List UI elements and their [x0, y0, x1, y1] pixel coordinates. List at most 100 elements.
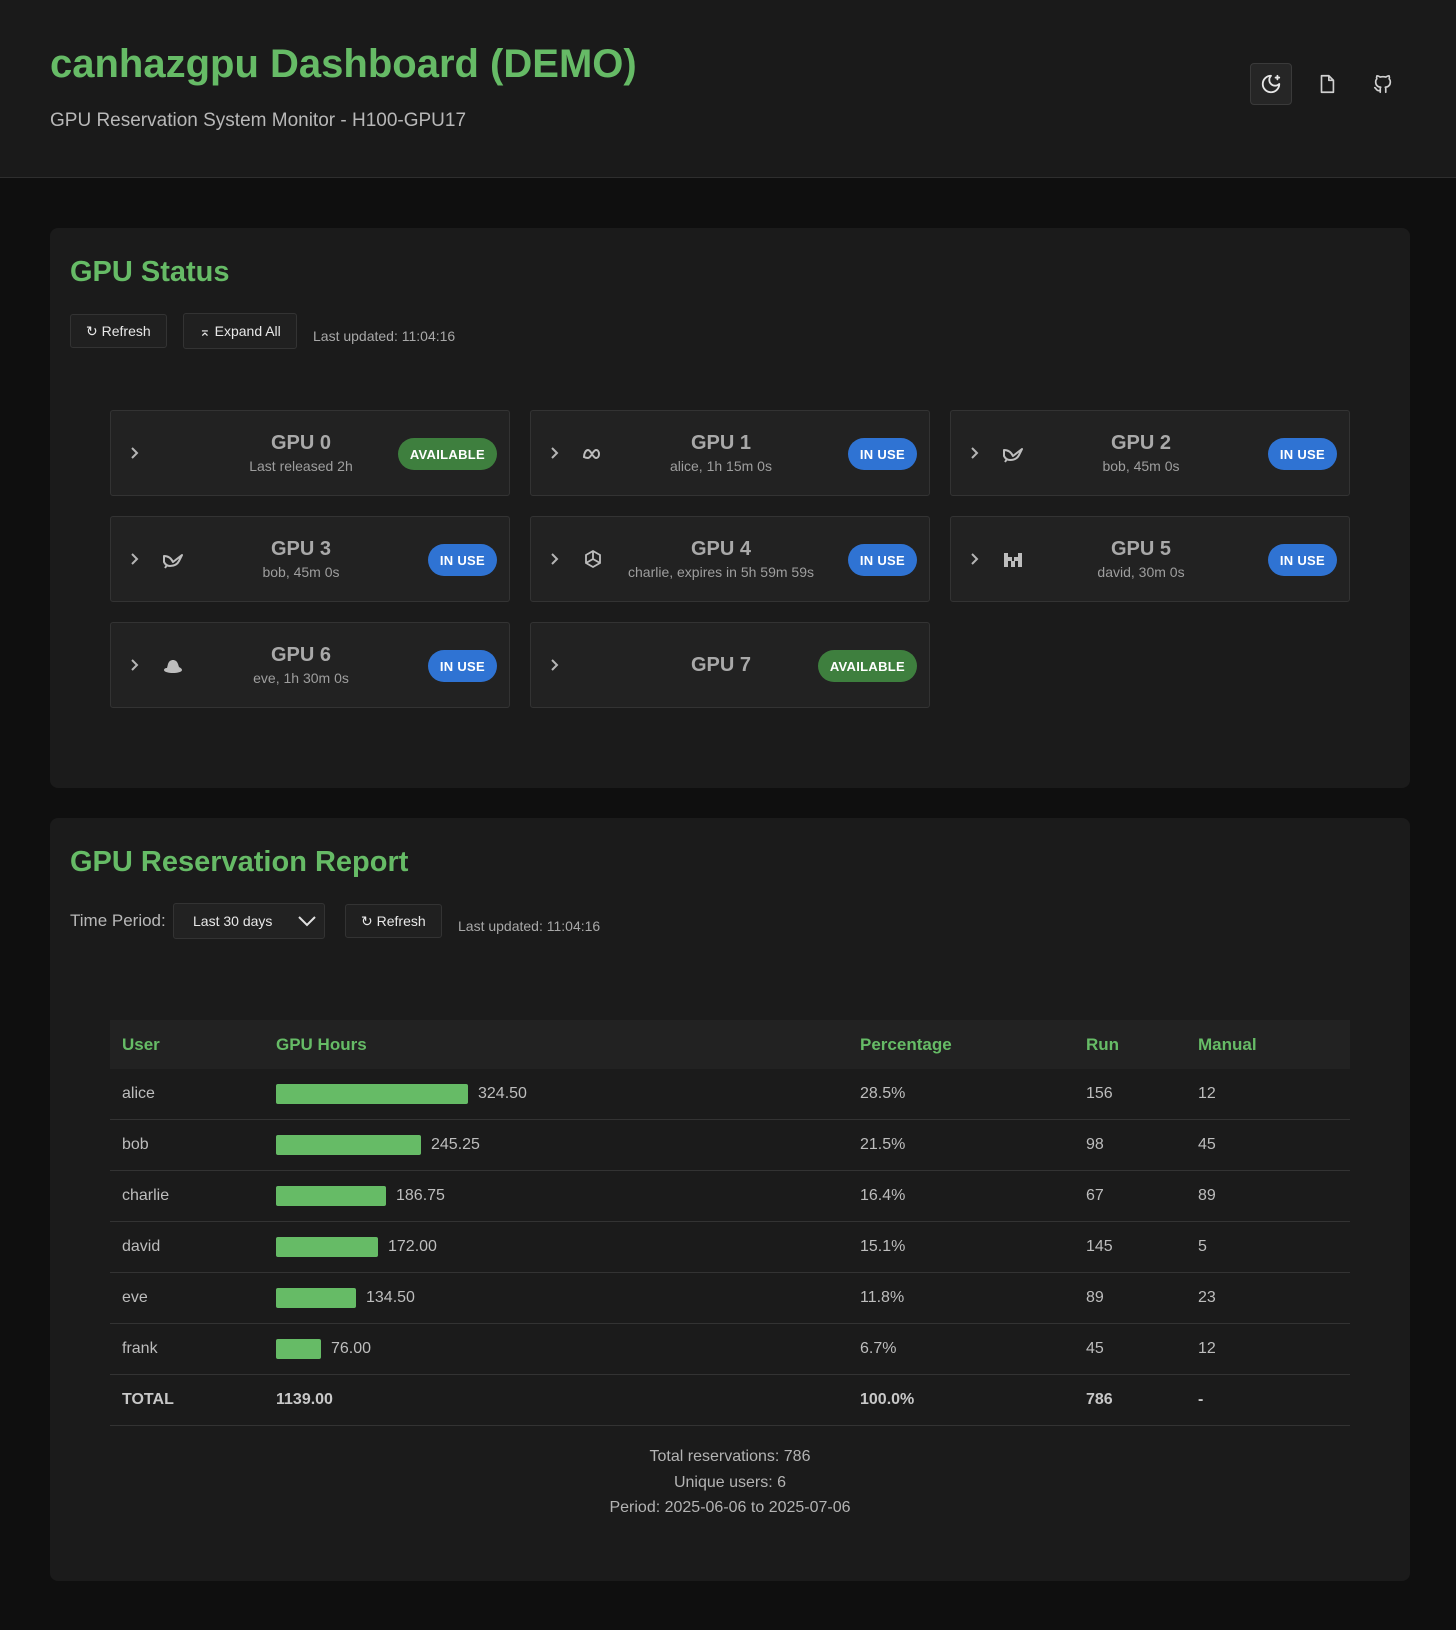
report-summary: Total reservations: 786 Unique users: 6 … [110, 1444, 1350, 1521]
status-badge: IN USE [1267, 438, 1337, 470]
docs-icon [1320, 74, 1335, 94]
percentage-cell: 11.8% [848, 1272, 1074, 1324]
gpu-hours-value: 245.25 [431, 1136, 480, 1153]
time-period-label: Time Period: [70, 911, 166, 930]
gpu-hours-cell: 134.50 [264, 1272, 848, 1324]
run-cell: 45 [1074, 1323, 1186, 1375]
chevron-right-icon[interactable] [549, 656, 561, 674]
gpu-status-panel: GPU Status ↻ Refresh ⌅ Expand All Last u… [50, 228, 1410, 788]
mistral-icon [1001, 548, 1025, 572]
app-subtitle: GPU Reservation System Monitor - H100-GP… [50, 110, 467, 131]
gpu-name: GPU 5 [1110, 537, 1172, 560]
gpu-card[interactable]: GPU 0 Last released 2h AVAILABLE [110, 410, 510, 496]
openai-icon [581, 548, 605, 572]
time-period-select[interactable]: Last 30 days [173, 903, 325, 939]
gpu-card[interactable]: GPU 1 alice, 1h 15m 0s IN USE [530, 410, 930, 496]
theme-toggle-button[interactable] [1250, 63, 1292, 105]
manual-cell: 12 [1186, 1069, 1350, 1120]
gpu-hours-cell: 76.00 [264, 1323, 848, 1375]
percentage-cell: 6.7% [848, 1323, 1074, 1375]
manual-cell: 45 [1186, 1119, 1350, 1171]
gpu-hours-bar [276, 1237, 378, 1257]
total-manual: - [1186, 1374, 1350, 1426]
col-run: Run [1074, 1020, 1186, 1069]
unique-users: Unique users: 6 [673, 1473, 787, 1491]
col-manual: Manual [1186, 1020, 1350, 1069]
status-refresh-button[interactable]: ↻ Refresh [70, 314, 167, 348]
gpu-details: GPU 0 Last released 2h [201, 411, 401, 495]
percentage-cell: 21.5% [848, 1119, 1074, 1171]
user-cell: david [110, 1221, 264, 1273]
gpu-name: GPU 2 [1110, 431, 1172, 454]
table-row: frank 76.00 6.7% 45 12 [110, 1323, 1350, 1375]
gpu-card[interactable]: GPU 3 bob, 45m 0s IN USE [110, 516, 510, 602]
gpu-hours-bar [276, 1084, 468, 1104]
gpu-card[interactable]: GPU 2 bob, 45m 0s IN USE [950, 410, 1350, 496]
table-row: david 172.00 15.1% 145 5 [110, 1221, 1350, 1273]
header-actions [1250, 63, 1404, 105]
chevron-right-icon[interactable] [969, 550, 981, 568]
docs-button[interactable] [1306, 63, 1348, 105]
manual-cell: 12 [1186, 1323, 1350, 1375]
gpu-details: GPU 6 eve, 1h 30m 0s [201, 623, 401, 707]
gpu-name: GPU 6 [270, 643, 332, 666]
run-cell: 89 [1074, 1272, 1186, 1324]
status-badge: IN USE [427, 650, 497, 682]
expand-all-button[interactable]: ⌅ Expand All [183, 313, 297, 349]
status-badge: IN USE [1267, 544, 1337, 576]
table-row: charlie 186.75 16.4% 67 89 [110, 1170, 1350, 1222]
gpu-grid: GPU 0 Last released 2h AVAILABLE GPU 1 alice… [110, 410, 1350, 708]
redhat-icon [161, 654, 185, 678]
theme-toggle-icon [1261, 74, 1281, 94]
user-cell: frank [110, 1323, 264, 1375]
status-badge: IN USE [847, 438, 917, 470]
gpu-info: Last released 2h [249, 457, 353, 474]
report-title: GPU Reservation Report [70, 846, 409, 878]
gpu-details: GPU 4 charlie, expires in 5h 59m 59s [621, 517, 821, 601]
chevron-right-icon[interactable] [549, 550, 561, 568]
gpu-card[interactable]: GPU 5 david, 30m 0s IN USE [950, 516, 1350, 602]
gpu-info: bob, 45m 0s [1102, 457, 1180, 474]
user-cell: charlie [110, 1170, 264, 1222]
app-header: canhazgpu Dashboard (DEMO) GPU Reservati… [0, 0, 1456, 178]
col-gpu-hours: GPU Hours [264, 1020, 848, 1069]
status-last-updated: Last updated: 11:04:16 [313, 328, 456, 344]
gpu-info: alice, 1h 15m 0s [670, 457, 772, 474]
chevron-right-icon[interactable] [549, 444, 561, 462]
gpu-hours-bar [276, 1135, 421, 1155]
total-percentage: 100.0% [848, 1374, 1074, 1426]
manual-cell: 89 [1186, 1170, 1350, 1222]
gpu-info: david, 30m 0s [1097, 563, 1185, 580]
col-user: User [110, 1020, 264, 1069]
chevron-right-icon[interactable] [129, 656, 141, 674]
col-percentage: Percentage [848, 1020, 1074, 1069]
chevron-right-icon[interactable] [129, 550, 141, 568]
user-cell: eve [110, 1272, 264, 1324]
percentage-cell: 15.1% [848, 1221, 1074, 1273]
gpu-hours-cell: 186.75 [264, 1170, 848, 1222]
gpu-info: bob, 45m 0s [262, 563, 340, 580]
gpu-name: GPU 0 [270, 431, 332, 454]
gpu-details: GPU 1 alice, 1h 15m 0s [621, 411, 821, 495]
user-cell: bob [110, 1119, 264, 1171]
chevron-right-icon[interactable] [969, 444, 981, 462]
gpu-card[interactable]: GPU 7 AVAILABLE [530, 622, 930, 708]
run-cell: 145 [1074, 1221, 1186, 1273]
gpu-details: GPU 5 david, 30m 0s [1041, 517, 1241, 601]
report-refresh-button[interactable]: ↻ Refresh [345, 904, 442, 938]
percentage-cell: 16.4% [848, 1170, 1074, 1222]
gpu-hours-bar [276, 1288, 356, 1308]
gpu-hours-value: 172.00 [388, 1238, 437, 1255]
gpu-details: GPU 3 bob, 45m 0s [201, 517, 401, 601]
status-badge: AVAILABLE [817, 650, 917, 682]
app-title: canhazgpu Dashboard (DEMO) [50, 42, 637, 86]
table-row: alice 324.50 28.5% 156 12 [110, 1069, 1350, 1120]
status-badge: IN USE [427, 544, 497, 576]
gpu-status-title: GPU Status [70, 256, 230, 288]
chevron-right-icon[interactable] [129, 444, 141, 462]
table-header-row: User GPU Hours Percentage Run Manual [110, 1020, 1350, 1069]
bird-icon [161, 548, 185, 572]
gpu-card[interactable]: GPU 6 eve, 1h 30m 0s IN USE [110, 622, 510, 708]
gpu-card[interactable]: GPU 4 charlie, expires in 5h 59m 59s IN US… [530, 516, 930, 602]
github-button[interactable] [1362, 63, 1404, 105]
